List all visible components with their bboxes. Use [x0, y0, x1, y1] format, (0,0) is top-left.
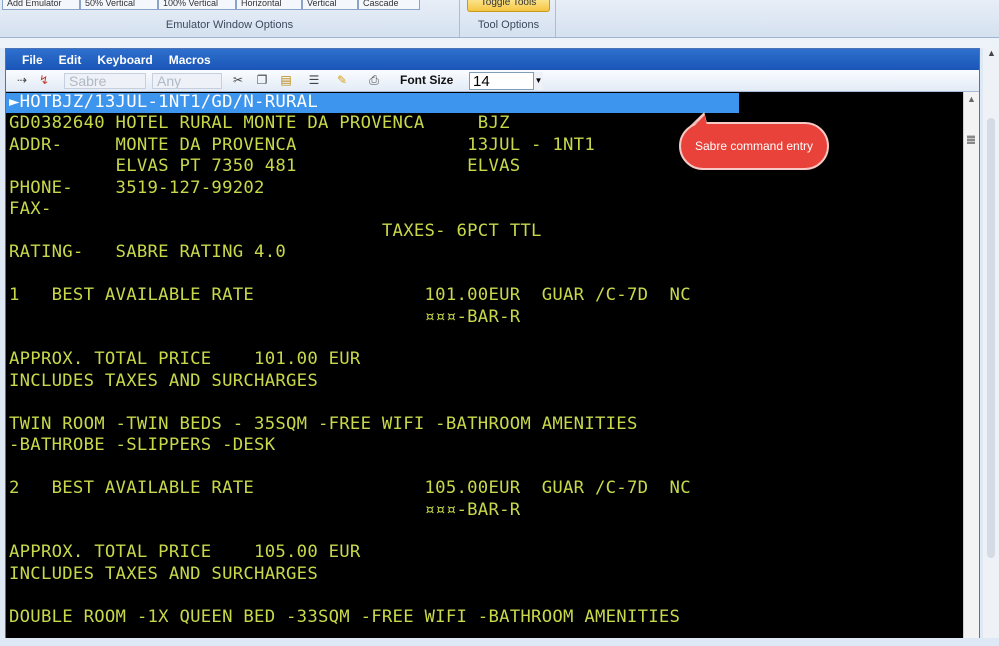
emulator-window-options-label: Emulator Window Options	[165, 19, 294, 31]
emulator-window: File Edit Keyboard Macros ⇢ ↯ Sabre Any …	[5, 48, 980, 639]
emulator-window-options-group: Add Emulator 50% Vertical 100% Vertical …	[0, 0, 460, 37]
command-line[interactable]: ►HOTBJZ/13JUL-1NT1/GD/N-RURAL	[9, 92, 318, 113]
vertical-button[interactable]: Vertical	[302, 0, 358, 10]
print-icon[interactable]: ⎙	[366, 73, 382, 88]
50-vertical-button[interactable]: 50% Vertical	[80, 0, 158, 10]
tool-options-group: Toggle Tools Tool Options	[462, 0, 556, 37]
terminal-line: TAXES- 6PCT TTL	[9, 221, 542, 241]
terminal-line: APPROX. TOTAL PRICE 101.00 EUR	[9, 349, 361, 369]
cut-icon[interactable]: ✂	[230, 73, 246, 88]
ribbon-separator	[0, 38, 999, 48]
toolbar: ⇢ ↯ Sabre Any ✂ ❐ ▤ ☰ ✎ ⎙ Font Size 14 ▼	[6, 70, 979, 92]
terminal-line: TWIN ROOM -TWIN BEDS - 35SQM -FREE WIFI …	[9, 414, 638, 434]
terminal-line: PHONE- 3519-127-99202	[9, 178, 265, 198]
scroll-thumb[interactable]	[987, 118, 995, 558]
cascade-button[interactable]: Cascade	[358, 0, 420, 10]
scroll-grip-icon[interactable]: ▬ ▬ ▬	[967, 132, 976, 146]
app-window: Add Emulator 50% Vertical 100% Vertical …	[0, 0, 999, 646]
connect-icon[interactable]: ⇢	[14, 73, 30, 88]
sabre-combo[interactable]: Sabre	[64, 73, 146, 89]
scroll-up-icon[interactable]: ▲	[987, 48, 996, 58]
terminal-line: FAX-	[9, 199, 52, 219]
menu-macros[interactable]: Macros	[169, 53, 211, 67]
terminal-line: ¤¤¤-BAR-R	[9, 500, 521, 520]
toggle-tools-button[interactable]: Toggle Tools	[467, 0, 550, 12]
callout-text: Sabre command entry	[694, 139, 814, 153]
font-size-label: Font Size	[400, 73, 454, 87]
tool-options-label: Tool Options	[477, 19, 540, 31]
terminal-screen[interactable]: ►HOTBJZ/13JUL-1NT1/GD/N-RURAL GD0382640 …	[6, 92, 963, 639]
terminal-scrollbar[interactable]: ▲ ▬ ▬ ▬	[963, 92, 979, 639]
100-vertical-button[interactable]: 100% Vertical	[158, 0, 236, 10]
disconnect-icon[interactable]: ↯	[36, 73, 52, 88]
terminal-line: RATING- SABRE RATING 4.0	[9, 242, 287, 262]
terminal-line: 2 BEST AVAILABLE RATE 105.00EUR GUAR /C-…	[9, 478, 691, 498]
add-emulator-button[interactable]: Add Emulator	[2, 0, 80, 10]
terminal-line: ADDR- MONTE DA PROVENCA 13JUL - 1NT1	[9, 135, 595, 155]
scroll-up-icon[interactable]: ▲	[967, 94, 976, 104]
terminal-line: -BATHROBE -SLIPPERS -DESK	[9, 435, 276, 455]
menu-edit[interactable]: Edit	[59, 53, 82, 67]
bottom-strip	[0, 638, 999, 646]
horizontal-button[interactable]: Horizontal	[236, 0, 302, 10]
terminal-line: ¤¤¤-BAR-R	[9, 307, 521, 327]
menu-bar: File Edit Keyboard Macros	[6, 49, 979, 70]
copy-icon[interactable]: ❐	[254, 73, 270, 88]
menu-keyboard[interactable]: Keyboard	[97, 53, 152, 67]
window-scrollbar[interactable]: ▲	[983, 48, 999, 638]
terminal-line: INCLUDES TAXES AND SURCHARGES	[9, 564, 318, 584]
sabre-command-entry-callout: Sabre command entry	[679, 122, 829, 170]
terminal-line: GD0382640 HOTEL RURAL MONTE DA PROVENCA …	[9, 113, 510, 133]
paste-icon[interactable]: ▤	[278, 73, 294, 88]
chevron-down-icon[interactable]: ▼	[533, 72, 543, 90]
eraser-icon[interactable]: ✎	[334, 73, 350, 88]
menu-file[interactable]: File	[22, 53, 43, 67]
terminal-line: 1 BEST AVAILABLE RATE 101.00EUR GUAR /C-…	[9, 285, 691, 305]
terminal-line: ELVAS PT 7350 481 ELVAS	[9, 156, 521, 176]
terminal-line: INCLUDES TAXES AND SURCHARGES	[9, 371, 318, 391]
terminal-line: APPROX. TOTAL PRICE 105.00 EUR	[9, 542, 361, 562]
any-combo[interactable]: Any	[152, 73, 222, 89]
ribbon: Add Emulator 50% Vertical 100% Vertical …	[0, 0, 999, 38]
font-size-input[interactable]: 14	[469, 72, 542, 90]
terminal-line: DOUBLE ROOM -1X QUEEN BED -33SQM -FREE W…	[9, 607, 681, 627]
emulator-buttons-row: Add Emulator 50% Vertical 100% Vertical …	[2, 0, 420, 10]
notes-icon[interactable]: ☰	[306, 73, 322, 88]
